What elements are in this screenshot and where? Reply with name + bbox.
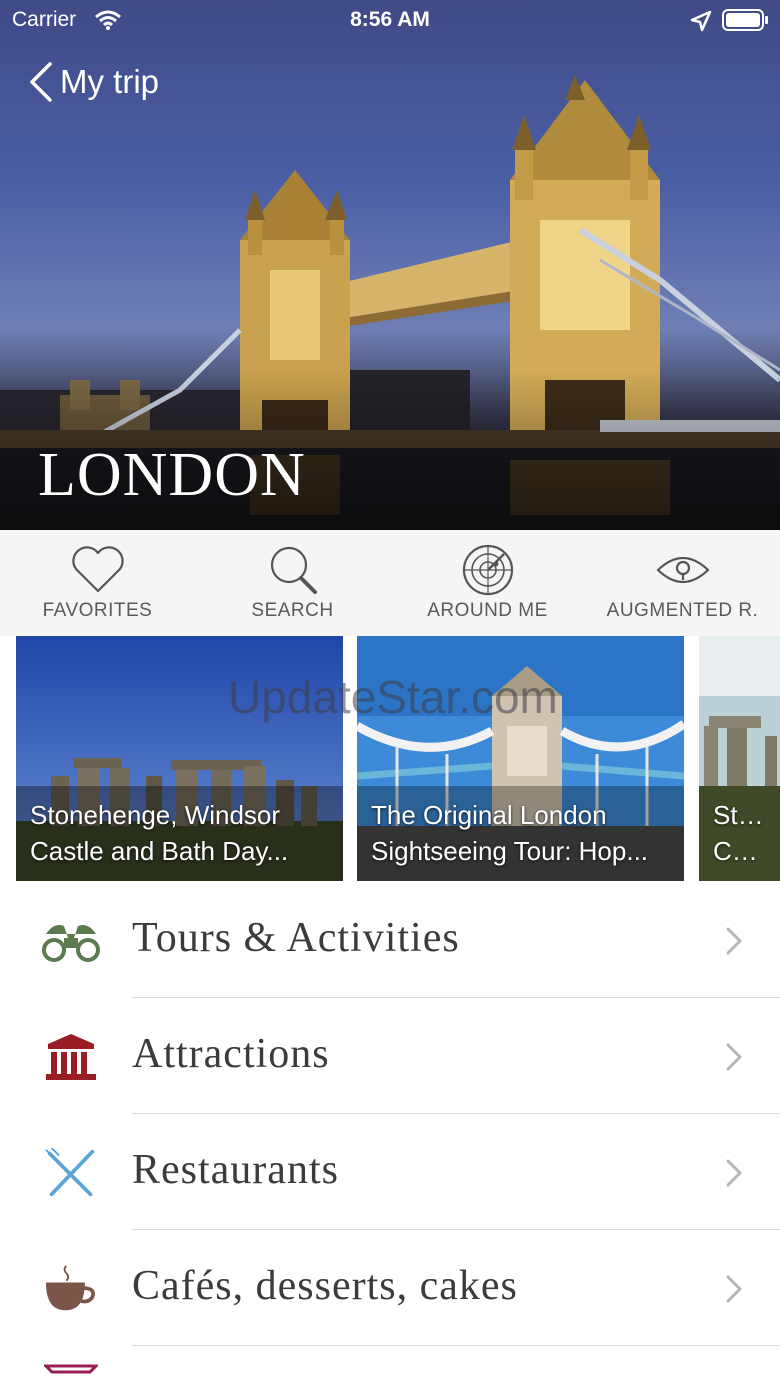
tour-card-caption: Stone Castle	[713, 797, 770, 869]
category-row-attractions[interactable]: Attractions	[0, 998, 780, 1114]
status-bar: Carrier 8:56 AM	[0, 0, 780, 40]
search-label: SEARCH	[251, 600, 334, 621]
augmented-reality-button[interactable]: AUGMENTED R.	[585, 530, 780, 636]
favorites-button[interactable]: FAVORITES	[0, 530, 195, 636]
tour-card-title-line1: Stonehenge, Windsor	[30, 800, 281, 830]
chevron-right-icon	[726, 1043, 742, 1071]
battery-icon	[722, 9, 768, 31]
coffee-cup-icon	[46, 1265, 95, 1311]
tour-card-title-line1: Stone	[713, 800, 770, 830]
chevron-left-icon	[30, 62, 52, 102]
category-label: Tours & Activities	[132, 915, 460, 961]
tour-card-title-line2: Sightseeing Tour: Hop...	[371, 836, 649, 866]
tour-card[interactable]: Stonehenge, Windsor Castle and Bath Day.…	[16, 636, 343, 881]
radar-icon	[462, 544, 513, 596]
quick-actions-bar: FAVORITES SEARCH AROUND ME AUGMENTED R.	[0, 530, 780, 636]
chevron-right-icon	[726, 1275, 742, 1303]
around-me-button[interactable]: AROUND ME	[390, 530, 585, 636]
back-label: My trip	[60, 63, 159, 100]
eye-icon	[655, 556, 710, 584]
category-row-cafes[interactable]: Cafés, desserts, cakes	[0, 1230, 780, 1346]
back-button[interactable]: My trip	[28, 60, 159, 104]
tour-card[interactable]: Stone Castle	[699, 636, 780, 881]
tour-card-title-line2: Castle	[713, 836, 770, 866]
chevron-right-icon	[726, 927, 742, 955]
search-button[interactable]: SEARCH	[195, 530, 390, 636]
around-me-label: AROUND ME	[427, 600, 548, 621]
heart-icon	[71, 546, 124, 593]
search-icon	[270, 546, 317, 594]
category-label: Attractions	[132, 1031, 330, 1077]
museum-icon	[46, 1034, 96, 1080]
augmented-reality-label: AUGMENTED R.	[606, 600, 759, 621]
tour-card-title-line1: The Original London	[371, 800, 607, 830]
hero-banner: Carrier 8:56 AM My trip LONDON	[0, 0, 780, 530]
binoculars-icon	[42, 925, 100, 962]
category-row-restaurants[interactable]: Restaurants	[0, 1114, 780, 1230]
tour-card[interactable]: The Original London Sightseeing Tour: Ho…	[357, 636, 684, 881]
category-row-tours[interactable]: Tours & Activities	[0, 882, 780, 998]
chevron-right-icon	[726, 1159, 742, 1187]
fork-knife-icon	[45, 1148, 95, 1197]
tour-card-caption: The Original London Sightseeing Tour: Ho…	[371, 797, 674, 869]
category-icon	[44, 1364, 98, 1374]
category-row-partial[interactable]	[0, 1346, 780, 1386]
tour-card-caption: Stonehenge, Windsor Castle and Bath Day.…	[30, 797, 333, 869]
favorites-label: FAVORITES	[42, 600, 153, 621]
category-label: Restaurants	[132, 1147, 339, 1193]
city-title: LONDON	[38, 441, 306, 509]
location-arrow-icon	[690, 10, 712, 32]
category-list: Tours & Activities Attractions Restauran…	[0, 882, 780, 1386]
clock: 8:56 AM	[350, 8, 430, 31]
tour-card-title-line2: Castle and Bath Day...	[30, 836, 289, 866]
tours-carousel[interactable]: Stonehenge, Windsor Castle and Bath Day.…	[0, 636, 780, 881]
category-label: Cafés, desserts, cakes	[132, 1263, 518, 1309]
